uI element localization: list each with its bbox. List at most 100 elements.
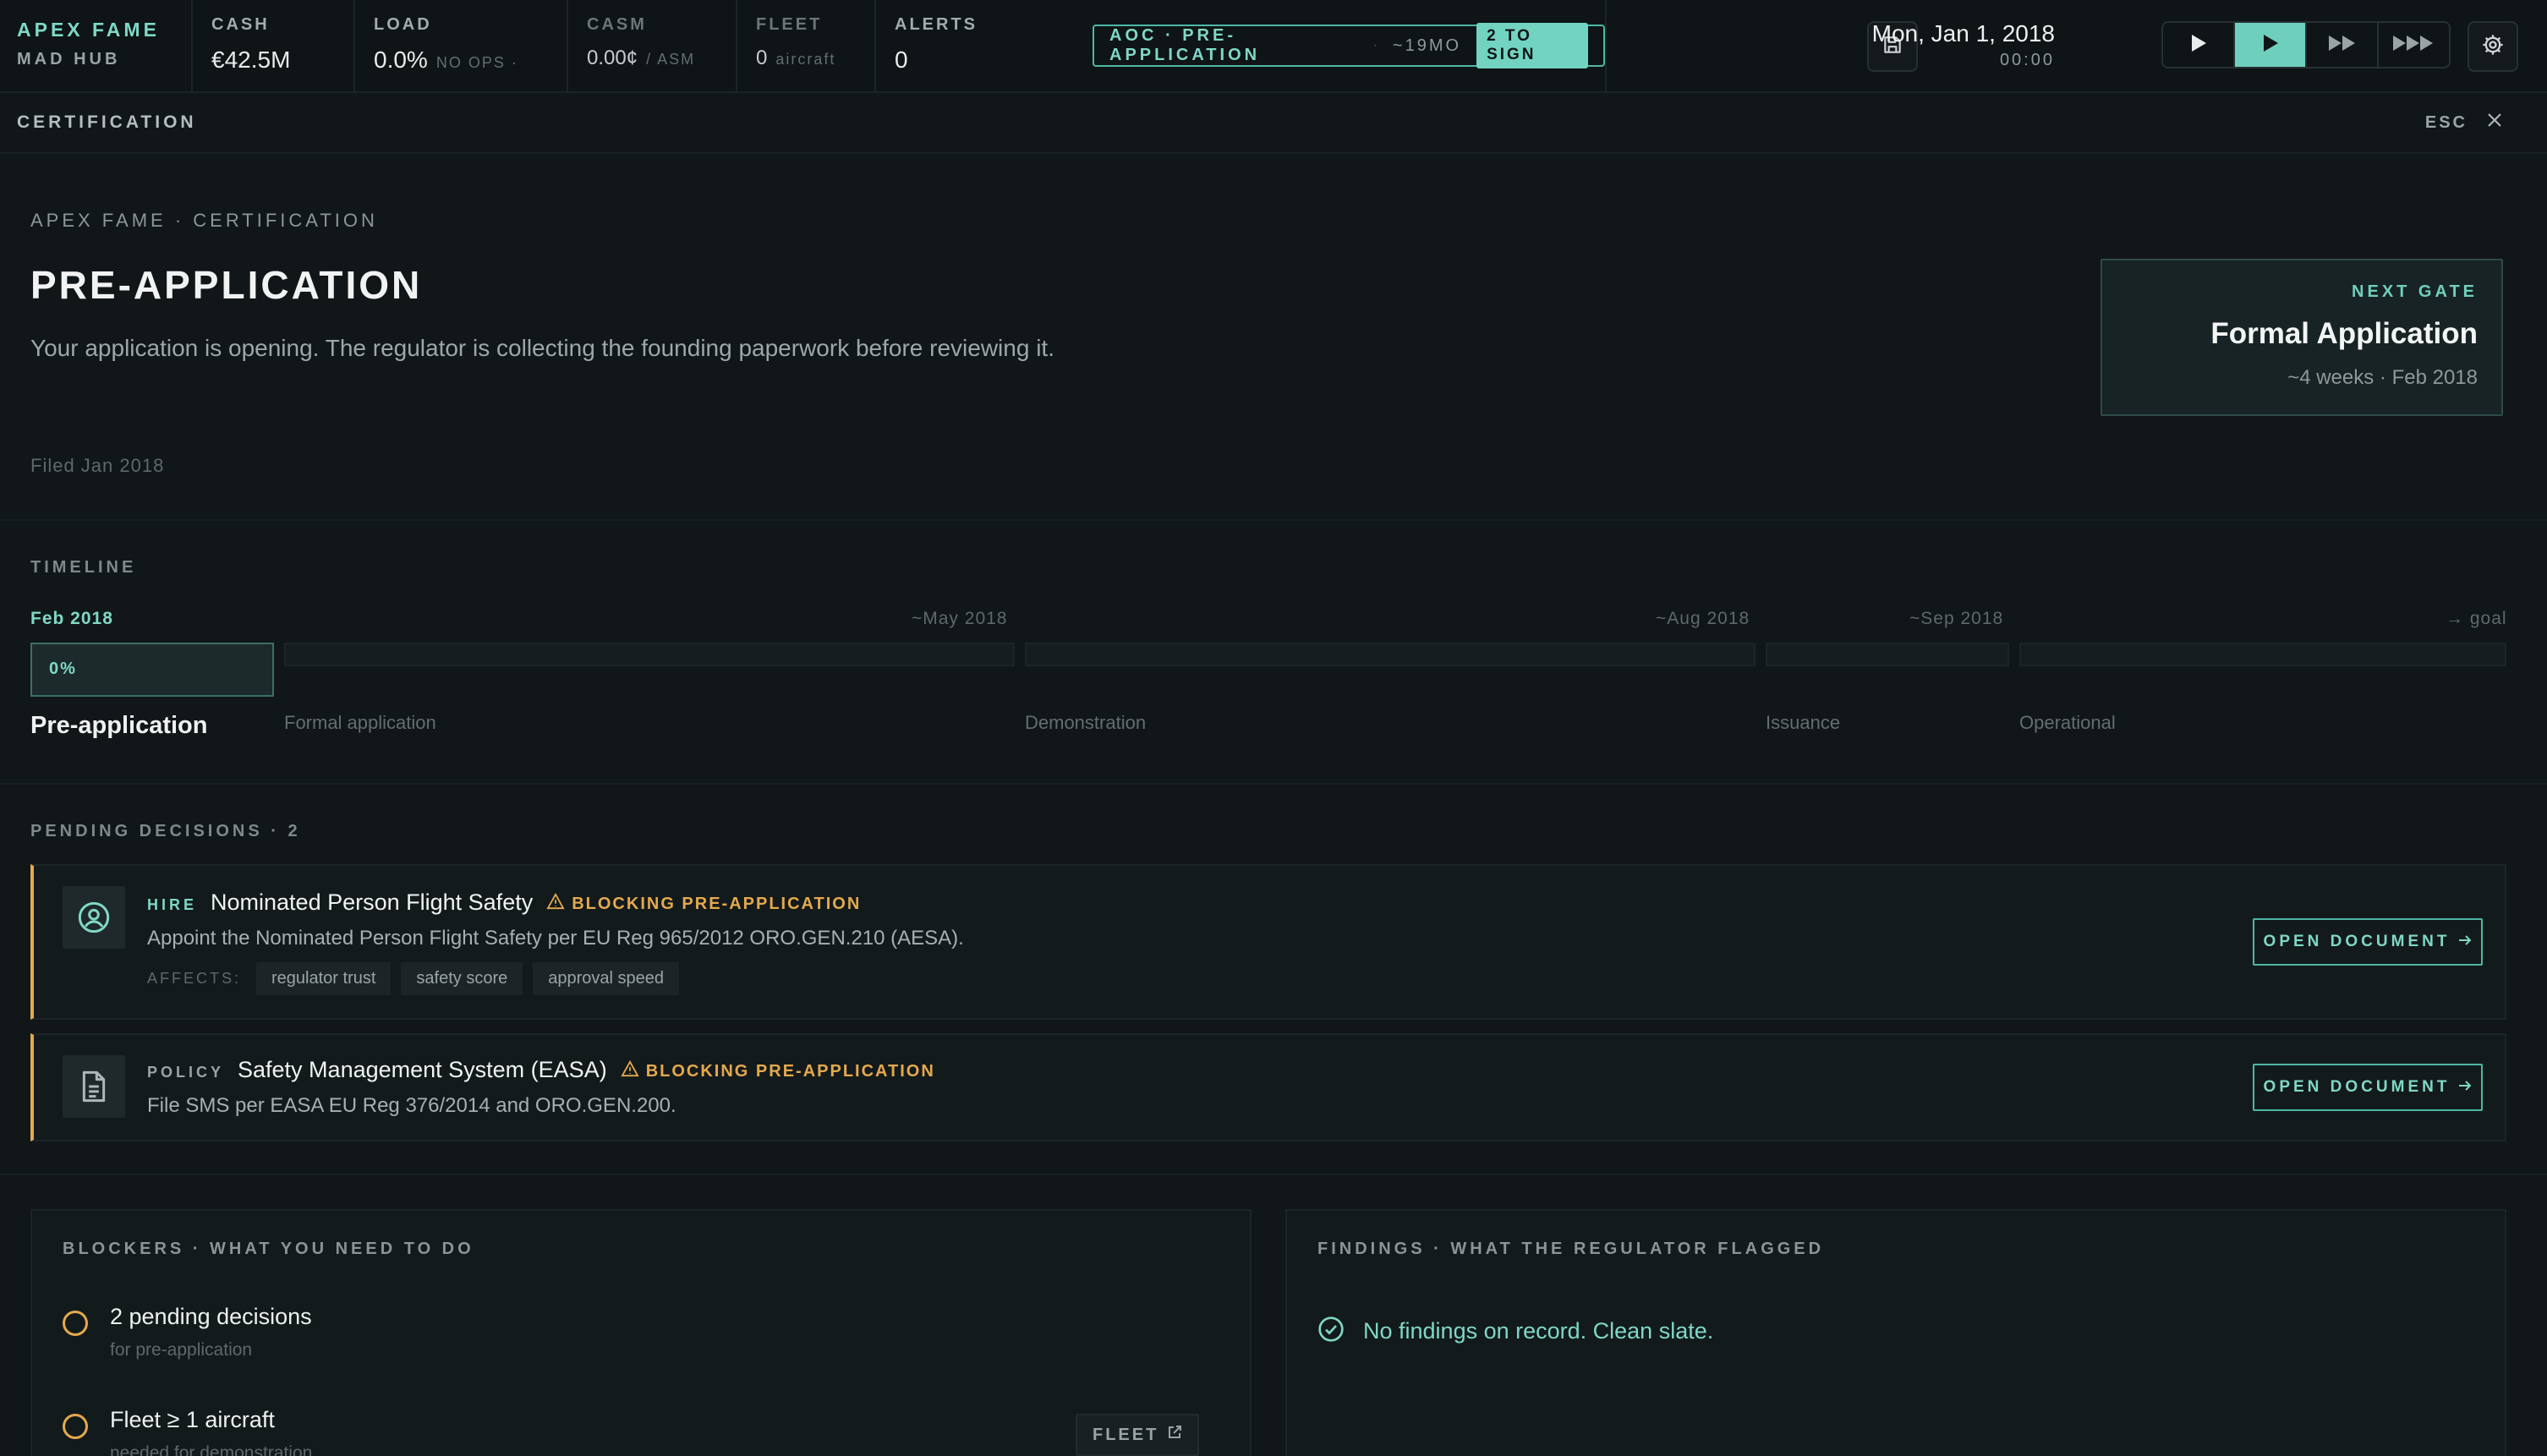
load-sub: NO OPS · (435, 54, 518, 71)
cash-stat: CASH €42.5M (193, 0, 355, 91)
affects-label: AFFECTS: (147, 970, 242, 987)
affects-chip: approval speed (533, 962, 680, 995)
blocker-sub: needed for demonstration (110, 1443, 313, 1456)
aoc-status-wrap: AOC · PRE-APPLICATION · ~19MO 2 TO SIGN (1052, 0, 1607, 91)
decision-kind: HIRE (147, 896, 198, 913)
casm-value: 0.00¢ (587, 47, 638, 69)
fleet-link-button[interactable]: FLEET (1076, 1414, 1200, 1456)
blocker-item: 2 pending decisions for pre-application (63, 1304, 312, 1360)
game-date: Mon, Jan 1, 2018 00:00 (1872, 20, 2055, 70)
alerts-label: ALERTS (895, 15, 978, 34)
timeline-label: TIMELINE (30, 558, 137, 577)
pending-circle-icon (63, 1414, 88, 1439)
next-gate-kicker: NEXT GATE (2352, 282, 2478, 301)
aoc-eta: ~19MO (1392, 36, 1462, 55)
phase-progress: 0% (49, 660, 77, 678)
breadcrumb: APEX FAME · CERTIFICATION (30, 210, 378, 231)
affects-chip: regulator trust (256, 962, 392, 995)
blocking-text: BLOCKING PRE-APPLICATION (572, 894, 862, 913)
blocker-sub: for pre-application (110, 1340, 253, 1360)
phase-date: ~Sep 2018 (1909, 609, 2004, 628)
phase-name: Operational (2019, 712, 2116, 733)
casm-sub: / ASM (646, 51, 696, 68)
brand: APEX FAME MAD HUB (0, 0, 193, 91)
time-text: 00:00 (1999, 51, 2055, 69)
hub-name: MAD HUB (17, 50, 121, 68)
blocking-badge: BLOCKING PRE-APPLICATION (621, 1059, 935, 1082)
fleet-link-label: FLEET (1093, 1425, 1159, 1444)
fleet-label: FLEET (756, 15, 823, 34)
blocking-text: BLOCKING PRE-APPLICATION (645, 1061, 935, 1081)
phase-name: Formal application (284, 712, 436, 733)
affects-row: AFFECTS: regulator trust safety score ap… (147, 962, 680, 995)
decision-title: Safety Management System (EASA) (238, 1057, 607, 1082)
phase-bar[interactable] (1025, 643, 1756, 666)
phase-bar[interactable] (284, 643, 1015, 666)
casm-label: CASM (587, 15, 647, 34)
aoc-separator: · (1372, 38, 1378, 52)
fastest-forward-icon (2391, 34, 2437, 57)
decision-description: File SMS per EASA EU Reg 376/2014 and OR… (147, 1094, 676, 1117)
play-icon (2261, 33, 2280, 57)
decision-card: HIRE Nominated Person Flight Safety BLOC… (30, 864, 2506, 1020)
airline-name: APEX FAME (17, 19, 160, 41)
document-icon (63, 1055, 125, 1118)
speed-1x-button[interactable] (2235, 23, 2307, 67)
decision-description: Appoint the Nominated Person Flight Safe… (147, 927, 964, 950)
fast-forward-icon (2327, 34, 2358, 57)
decision-kind: POLICY (147, 1064, 225, 1081)
check-circle-icon (1317, 1316, 1345, 1347)
phase-date: → goal (2446, 609, 2507, 628)
phase-date: ~Aug 2018 (1656, 609, 1750, 628)
blockers-panel: BLOCKERS · WHAT YOU NEED TO DO 2 pending… (30, 1209, 1252, 1456)
blocker-title: Fleet ≥ 1 aircraft (110, 1407, 275, 1432)
warning-icon (546, 892, 565, 915)
open-document-button[interactable]: OPEN DOCUMENT (2253, 1064, 2483, 1111)
blockers-label: BLOCKERS · WHAT YOU NEED TO DO (63, 1240, 474, 1258)
findings-empty-state: No findings on record. Clean slate. (1317, 1316, 1713, 1347)
open-document-button[interactable]: OPEN DOCUMENT (2253, 918, 2483, 966)
warning-icon (621, 1059, 639, 1082)
pending-decisions-label: PENDING DECISIONS · 2 (30, 822, 301, 840)
casm-stat: CASM 0.00¢ / ASM (568, 0, 737, 91)
alerts-stat: ALERTS 0 (876, 0, 1052, 91)
next-gate-meta: ~4 weeks · Feb 2018 (2287, 366, 2478, 389)
speed-2x-button[interactable] (2307, 23, 2379, 67)
stage-description: Your application is opening. The regulat… (30, 335, 1054, 361)
cash-label: CASH (211, 15, 270, 34)
fleet-value: 0 (756, 47, 768, 69)
phase-name: Issuance (1766, 712, 1841, 733)
pending-circle-icon (63, 1311, 88, 1336)
to-sign-badge: 2 TO SIGN (1476, 23, 1588, 68)
cash-value: €42.5M (211, 47, 291, 73)
esc-label: ESC (2424, 112, 2468, 132)
findings-panel: FINDINGS · WHAT THE REGULATOR FLAGGED No… (1285, 1209, 2506, 1456)
phase-date: ~May 2018 (912, 609, 1008, 628)
open-document-label: OPEN DOCUMENT (2263, 1078, 2451, 1096)
findings-empty-text: No findings on record. Clean slate. (1363, 1318, 1714, 1344)
fleet-stat: FLEET 0 aircraft (737, 0, 876, 91)
play-icon (2189, 33, 2208, 57)
divider (0, 1174, 2547, 1175)
speed-3x-button[interactable] (2379, 23, 2449, 67)
load-value: 0.0% (374, 47, 428, 73)
open-document-label: OPEN DOCUMENT (2263, 933, 2451, 950)
aoc-status-pill[interactable]: AOC · PRE-APPLICATION · ~19MO 2 TO SIGN (1093, 23, 1605, 68)
settings-button[interactable] (2468, 21, 2518, 72)
findings-label: FINDINGS · WHAT THE REGULATOR FLAGGED (1317, 1240, 1825, 1258)
close-button[interactable]: ESC (2425, 112, 2503, 134)
blocker-item: Fleet ≥ 1 aircraft needed for demonstrat… (63, 1407, 312, 1456)
panel-header: CERTIFICATION ESC (0, 93, 2547, 154)
filed-date: Filed Jan 2018 (30, 455, 165, 476)
alerts-value: 0 (895, 47, 908, 73)
external-link-icon (1167, 1425, 1182, 1445)
phase-bar[interactable] (1766, 643, 2009, 666)
phase-bar-current[interactable]: 0% (30, 643, 274, 697)
panel-title: CERTIFICATION (17, 112, 197, 132)
fleet-sub: aircraft (775, 51, 836, 68)
gear-icon (2481, 33, 2505, 61)
aoc-stage: AOC · PRE-APPLICATION (1109, 26, 1261, 64)
close-icon (2486, 112, 2503, 134)
play-button[interactable] (2163, 23, 2235, 67)
phase-bar[interactable] (2019, 643, 2506, 666)
